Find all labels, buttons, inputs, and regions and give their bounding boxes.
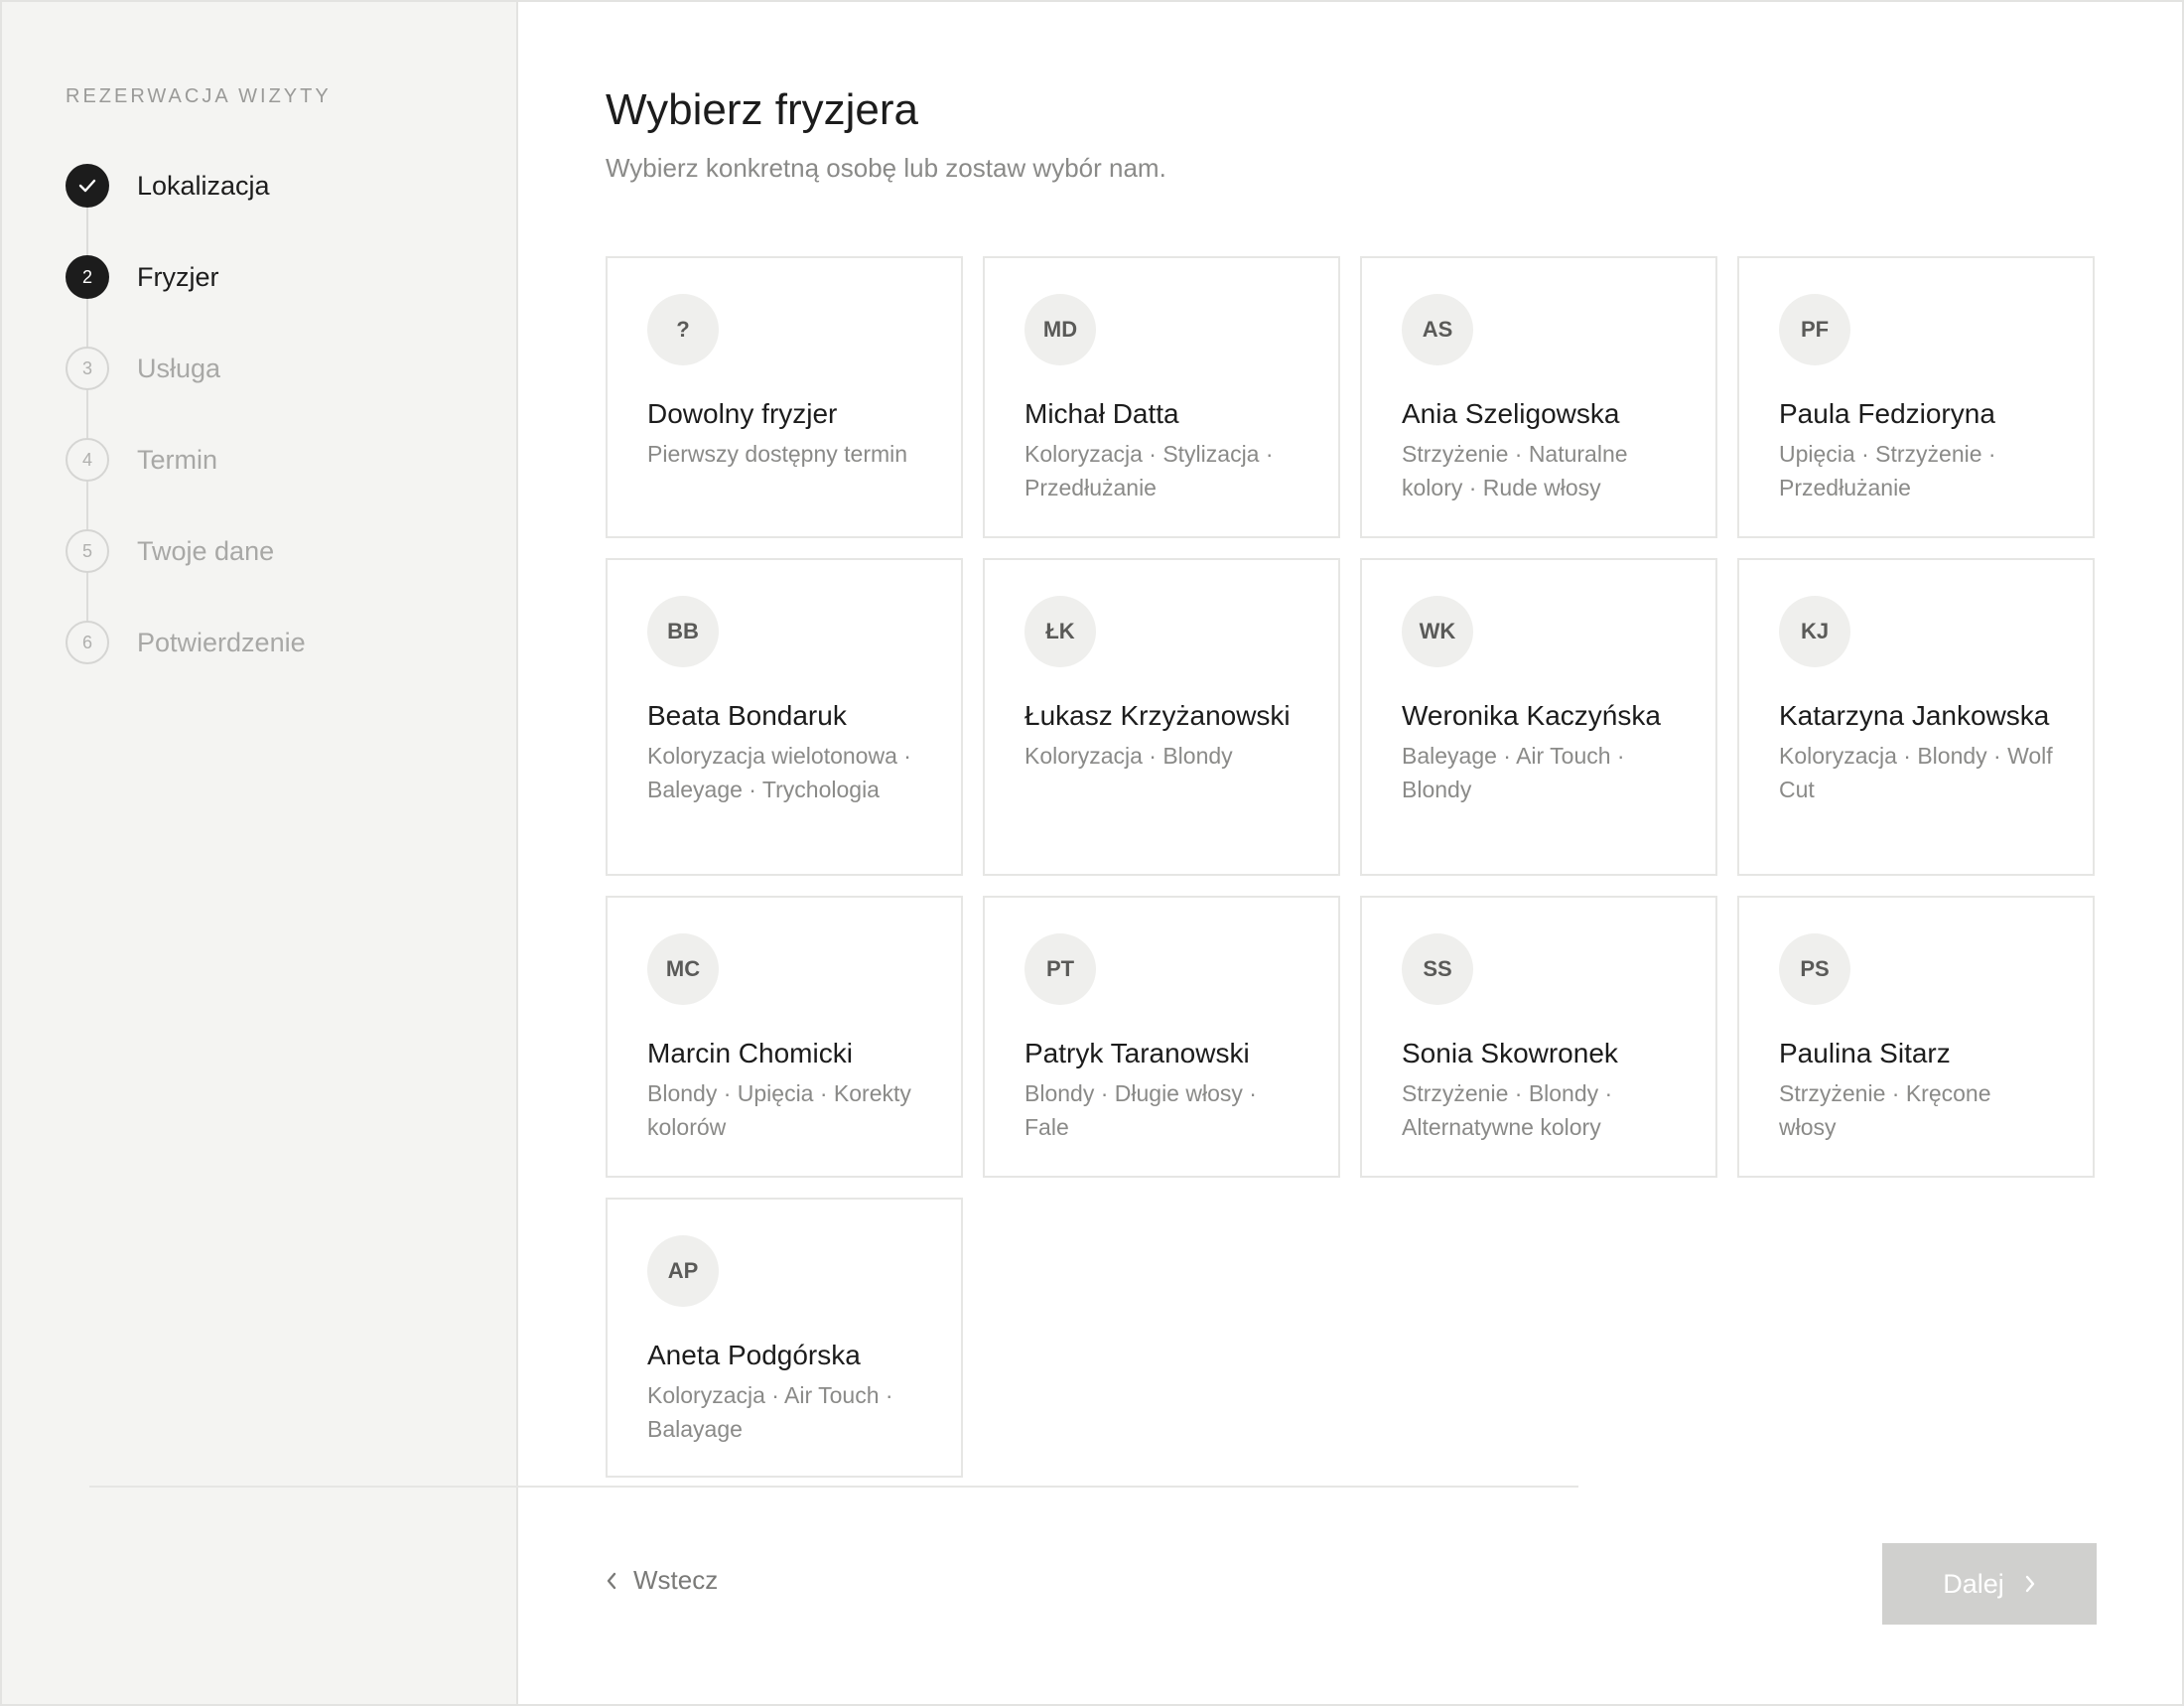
- stylist-name: Katarzyna Jankowska: [1779, 700, 2050, 731]
- stylist-specialties: Strzyżenie · Blondy · Alternatywne kolor…: [1402, 1080, 1613, 1140]
- chevron-right-icon: [2025, 1575, 2034, 1593]
- sidebar-heading: REZERWACJA WIZYTY: [66, 85, 332, 107]
- avatar: ŁK: [1024, 596, 1096, 667]
- stylist-specialties: Koloryzacja · Air Touch · Balayage: [647, 1382, 893, 1442]
- avatar: KJ: [1779, 596, 1850, 667]
- stylist-specialties: Koloryzacja · Stylizacja · Przedłużanie: [1024, 441, 1274, 500]
- avatar: PT: [1024, 933, 1096, 1005]
- stylist-card-any[interactable]: ? Dowolny fryzjer Pierwszy dostępny term…: [606, 256, 963, 538]
- stylist-name: Aneta Podgórska: [647, 1340, 861, 1370]
- step-number: 6: [66, 621, 109, 664]
- step-done-indicator: [66, 164, 109, 208]
- stylist-card[interactable]: ŁK Łukasz Krzyżanowski Koloryzacja · Blo…: [983, 558, 1340, 876]
- avatar: BB: [647, 596, 719, 667]
- avatar: MD: [1024, 294, 1096, 365]
- stylist-name: Beata Bondaruk: [647, 700, 847, 731]
- stylist-card[interactable]: AS Ania Szeligowska Strzyżenie · Natural…: [1360, 256, 1717, 538]
- step-number: 5: [66, 529, 109, 573]
- stylist-grid: ? Dowolny fryzjer Pierwszy dostępny term…: [606, 256, 2095, 1478]
- steps-list: Lokalizacja 2 Fryzjer 3 Usługa 4 Termin …: [66, 164, 516, 712]
- stylist-name: Michał Datta: [1024, 398, 1179, 429]
- stylist-card[interactable]: WK Weronika Kaczyńska Baleyage · Air Tou…: [1360, 558, 1717, 876]
- stylist-name: Dowolny fryzjer: [647, 398, 838, 429]
- stylist-specialties: Blondy · Długie włosy · Fale: [1024, 1080, 1257, 1140]
- chevron-left-icon: [607, 1572, 616, 1589]
- step-usluga: 3 Usługa: [66, 347, 516, 438]
- stylist-card[interactable]: SS Sonia Skowronek Strzyżenie · Blondy ·…: [1360, 896, 1717, 1178]
- avatar: AS: [1402, 294, 1473, 365]
- avatar: WK: [1402, 596, 1473, 667]
- stylist-name: Paula Fedzioryna: [1779, 398, 1995, 429]
- stylist-card[interactable]: AP Aneta Podgórska Koloryzacja · Air Tou…: [606, 1198, 963, 1478]
- avatar: PF: [1779, 294, 1850, 365]
- stylist-specialties: Blondy · Upięcia · Korekty kolorów: [647, 1080, 911, 1140]
- step-number: 2: [66, 255, 109, 299]
- stylist-name: Ania Szeligowska: [1402, 398, 1620, 429]
- step-fryzjer[interactable]: 2 Fryzjer: [66, 255, 516, 347]
- avatar: PS: [1779, 933, 1850, 1005]
- stylist-name: Paulina Sitarz: [1779, 1038, 1951, 1068]
- step-lokalizacja[interactable]: Lokalizacja: [66, 164, 516, 255]
- stylist-specialties: Koloryzacja · Blondy · Wolf Cut: [1779, 743, 2053, 802]
- stylist-name: Sonia Skowronek: [1402, 1038, 1618, 1068]
- stylist-specialties: Koloryzacja wielotonowa · Baleyage · Try…: [647, 743, 911, 802]
- stylist-specialties: Pierwszy dostępny termin: [647, 441, 908, 467]
- stylist-card[interactable]: MD Michał Datta Koloryzacja · Stylizacja…: [983, 256, 1340, 538]
- stylist-card[interactable]: PT Patryk Taranowski Blondy · Długie wło…: [983, 896, 1340, 1178]
- main-content: Wybierz fryzjera Wybierz konkretną osobę…: [518, 2, 2182, 1704]
- stylist-card[interactable]: PS Paulina Sitarz Strzyżenie · Kręcone w…: [1737, 896, 2095, 1178]
- stylist-card[interactable]: MC Marcin Chomicki Blondy · Upięcia · Ko…: [606, 896, 963, 1178]
- page-subtitle: Wybierz konkretną osobę lub zostaw wybór…: [606, 153, 1166, 183]
- step-number: 3: [66, 347, 109, 390]
- sidebar: REZERWACJA WIZYTY Lokalizacja 2 Fryzjer …: [2, 2, 518, 1704]
- avatar: MC: [647, 933, 719, 1005]
- check-icon: [78, 179, 96, 193]
- back-button[interactable]: Wstecz: [606, 1565, 718, 1596]
- step-label: Fryzjer: [137, 262, 219, 292]
- stylist-name: Łukasz Krzyżanowski: [1024, 700, 1291, 731]
- back-button-label: Wstecz: [633, 1565, 719, 1595]
- avatar: SS: [1402, 933, 1473, 1005]
- step-label: Usługa: [137, 354, 221, 383]
- step-twoje-dane: 5 Twoje dane: [66, 529, 516, 621]
- stylist-specialties: Strzyżenie · Naturalne kolory · Rude wło…: [1402, 441, 1628, 500]
- stylist-specialties: Koloryzacja · Blondy: [1024, 743, 1233, 769]
- stylist-specialties: Baleyage · Air Touch · Blondy: [1402, 743, 1625, 802]
- stylist-card[interactable]: KJ Katarzyna Jankowska Koloryzacja · Blo…: [1737, 558, 2095, 876]
- stylist-specialties: Strzyżenie · Kręcone włosy: [1779, 1080, 1991, 1140]
- stylist-card[interactable]: BB Beata Bondaruk Koloryzacja wielotonow…: [606, 558, 963, 876]
- next-button-label: Dalej: [1943, 1568, 2004, 1599]
- step-label: Termin: [137, 445, 218, 475]
- page-title: Wybierz fryzjera: [606, 85, 918, 134]
- footer-divider: [89, 1486, 1578, 1488]
- step-label: Potwierdzenie: [137, 628, 306, 657]
- step-label: Lokalizacja: [137, 171, 270, 201]
- step-label: Twoje dane: [137, 536, 275, 566]
- stylist-card[interactable]: PF Paula Fedzioryna Upięcia · Strzyżenie…: [1737, 256, 2095, 538]
- step-termin: 4 Termin: [66, 438, 516, 529]
- avatar: AP: [647, 1235, 719, 1307]
- next-button[interactable]: Dalej: [1882, 1543, 2097, 1625]
- stylist-name: Marcin Chomicki: [647, 1038, 853, 1068]
- avatar: ?: [647, 294, 719, 365]
- step-number: 4: [66, 438, 109, 482]
- booking-app: REZERWACJA WIZYTY Lokalizacja 2 Fryzjer …: [0, 0, 2184, 1706]
- stylist-name: Weronika Kaczyńska: [1402, 700, 1661, 731]
- stylist-specialties: Upięcia · Strzyżenie · Przedłużanie: [1779, 441, 1996, 500]
- stylist-name: Patryk Taranowski: [1024, 1038, 1250, 1068]
- step-potwierdzenie: 6 Potwierdzenie: [66, 621, 516, 712]
